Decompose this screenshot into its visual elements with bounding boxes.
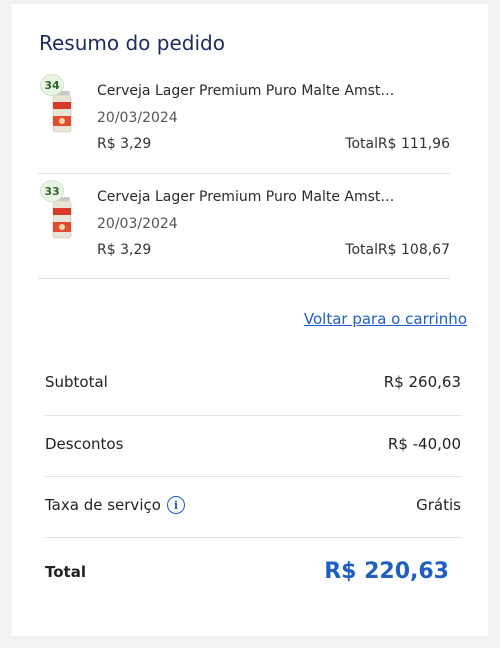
- order-item: 34 Cerveja Lager Premium Puro Malte Amst…: [38, 74, 450, 178]
- item-divider: [38, 173, 450, 174]
- discounts-label-text: Descontos: [45, 435, 124, 453]
- product-unit-price: R$ 3,29: [97, 136, 152, 152]
- service-fee-value: Grátis: [416, 496, 461, 514]
- info-icon[interactable]: i: [166, 496, 185, 514]
- product-date: 20/03/2024: [97, 110, 178, 126]
- product-thumbnail: 33: [38, 180, 78, 250]
- service-fee-label-text: Taxa de serviço: [45, 496, 161, 514]
- product-unit-price: R$ 3,29: [97, 242, 152, 258]
- service-fee-row: Taxa de serviço i Grátis: [45, 476, 461, 537]
- beer-can-icon: [52, 197, 72, 239]
- subtotal-value: R$ 260,63: [383, 373, 461, 391]
- product-thumbnail: 34: [38, 74, 78, 144]
- subtotal-label: Subtotal: [45, 373, 108, 391]
- quantity-badge: 33: [40, 180, 64, 202]
- item-total-label: Total: [345, 136, 378, 152]
- product-name: Cerveja Lager Premium Puro Malte Amst…: [97, 83, 395, 99]
- discounts-label: Descontos: [45, 435, 123, 453]
- summary-divider: [45, 537, 461, 538]
- product-name: Cerveja Lager Premium Puro Malte Amst…: [97, 189, 395, 205]
- back-to-cart-link[interactable]: Voltar para o carrinho: [304, 310, 467, 328]
- item-total-value: R$ 108,67: [377, 242, 450, 258]
- total-value: R$ 220,63: [324, 559, 449, 584]
- subtotal-label-text: Subtotal: [45, 373, 108, 391]
- item-divider: [38, 278, 450, 279]
- item-total-label: Total: [345, 242, 378, 258]
- item-total-value: R$ 111,96: [377, 136, 450, 152]
- discounts-row: Descontos R$ -40,00: [45, 415, 461, 476]
- order-summary-card: Resumo do pedido 34 Cerveja Lager Premiu…: [12, 4, 488, 636]
- order-item: 33 Cerveja Lager Premium Puro Malte Amst…: [38, 180, 450, 284]
- total-label: Total: [45, 563, 86, 581]
- quantity-badge: 34: [40, 74, 64, 96]
- discounts-value: R$ -40,00: [387, 435, 461, 453]
- beer-can-icon: [52, 91, 72, 133]
- subtotal-row: Subtotal R$ 260,63: [45, 353, 461, 414]
- product-date: 20/03/2024: [97, 216, 178, 232]
- order-summary-title: Resumo do pedido: [39, 31, 225, 55]
- service-fee-label: Taxa de serviço i: [45, 496, 185, 514]
